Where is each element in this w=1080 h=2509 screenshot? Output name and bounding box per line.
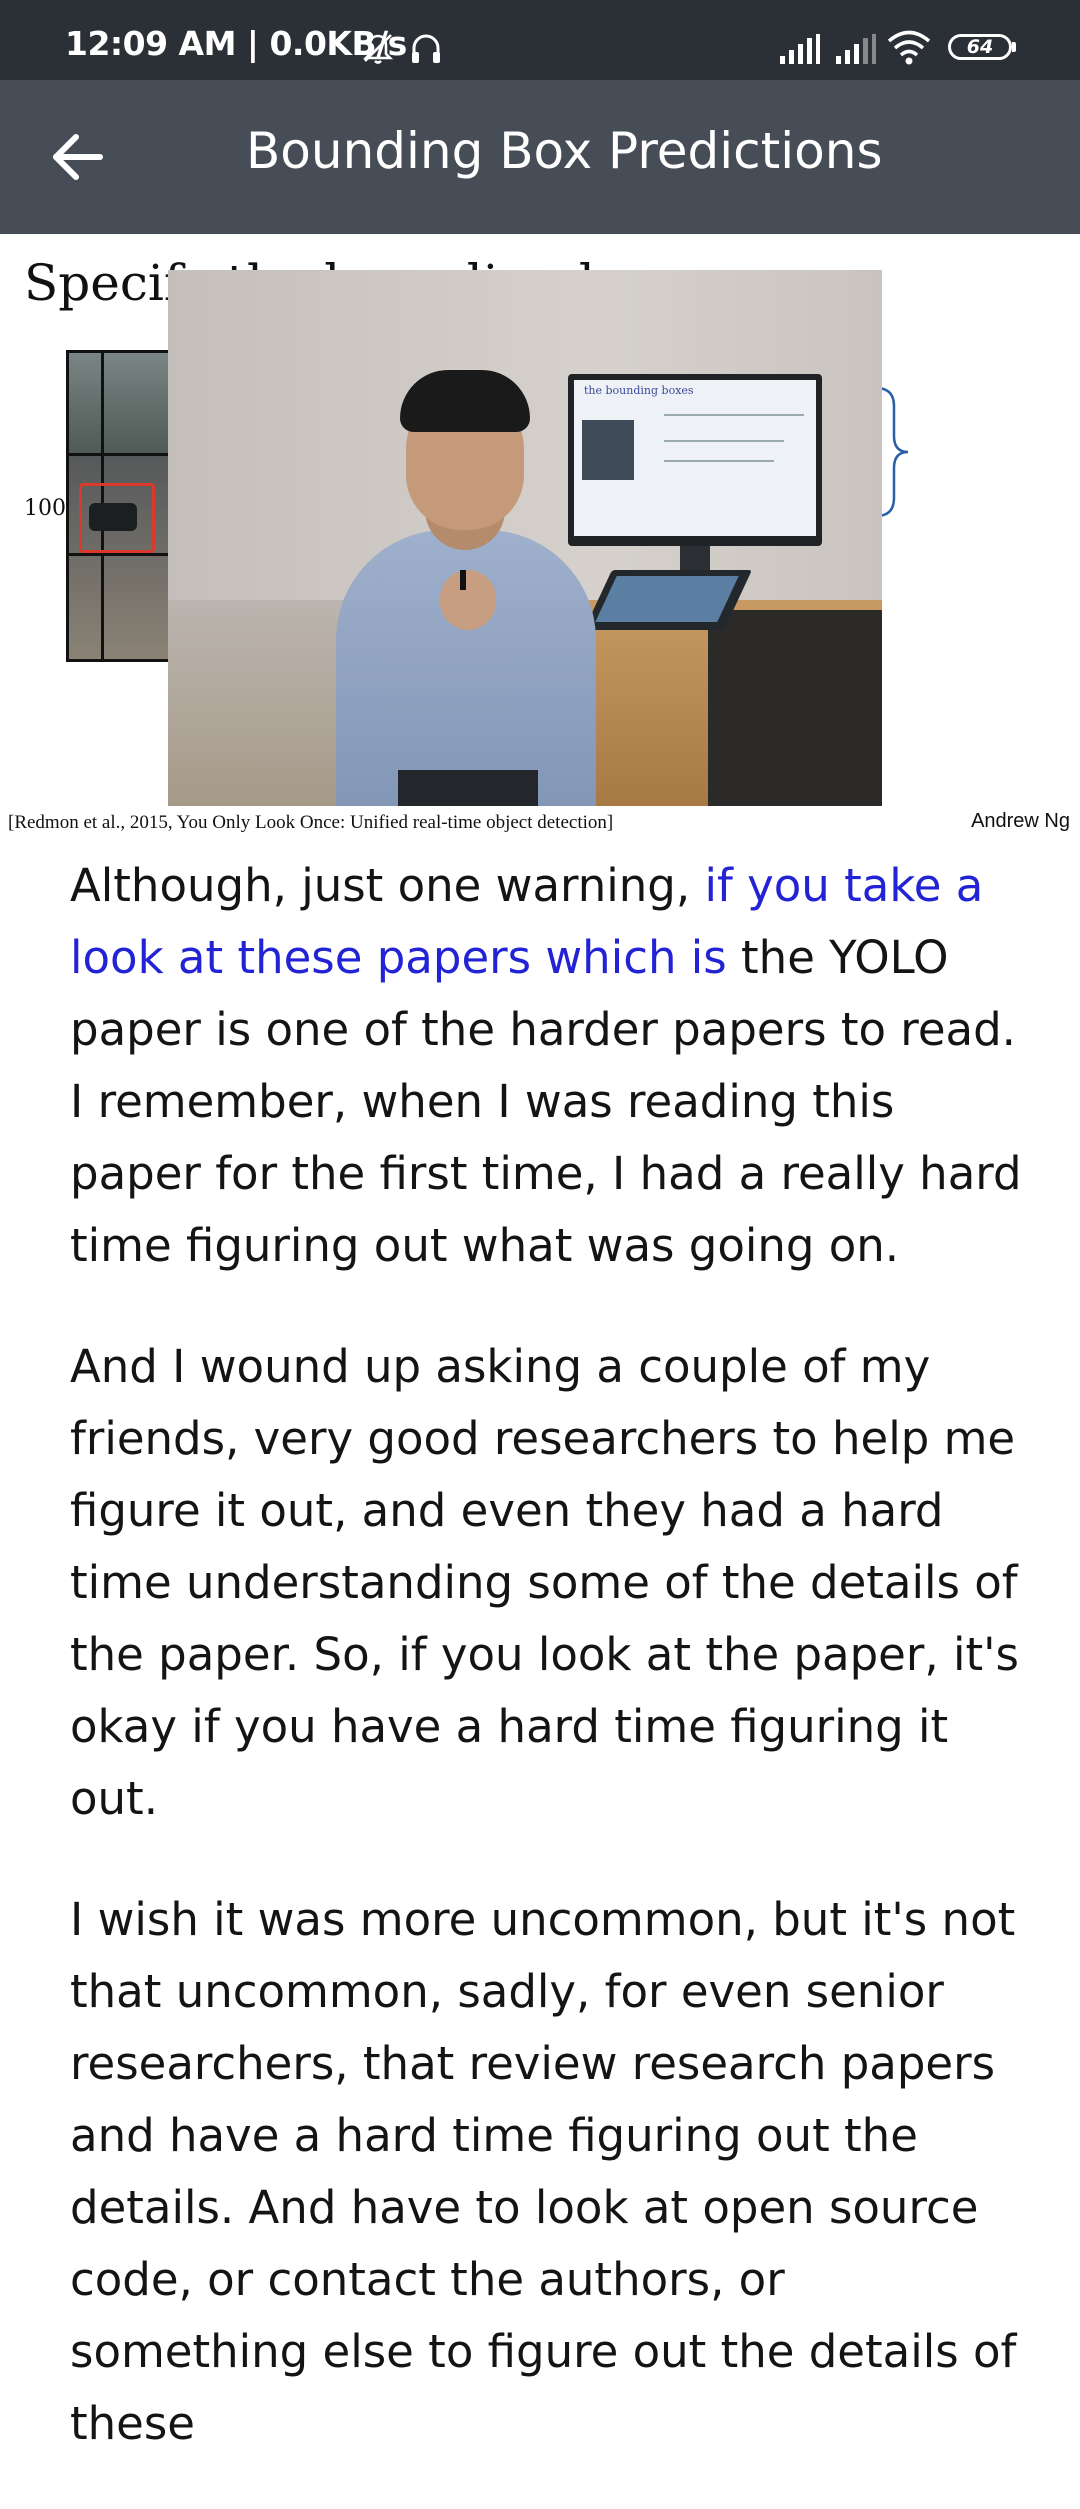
headphones-icon bbox=[412, 34, 440, 63]
mute-icon bbox=[362, 34, 394, 64]
transcript-text: Although, just one warning, bbox=[70, 859, 705, 912]
transcript-paragraph[interactable]: I wish it was more uncommon, but it's no… bbox=[70, 1884, 1030, 2460]
signal-icon bbox=[780, 34, 820, 64]
page-title: Bounding Box Predictions bbox=[246, 122, 883, 180]
battery-icon: 64 bbox=[948, 34, 1012, 60]
signal-icon bbox=[836, 34, 876, 64]
slide-author: Andrew Ng bbox=[971, 810, 1070, 832]
transcript-paragraph[interactable]: Although, just one warning, if you take … bbox=[70, 850, 1030, 1282]
monitor: the bounding boxes bbox=[568, 374, 822, 586]
monitor-text: the bounding boxes bbox=[584, 384, 694, 397]
arrow-left-icon bbox=[53, 134, 103, 180]
back-button[interactable] bbox=[40, 120, 114, 194]
app-bar: Bounding Box Predictions bbox=[0, 80, 1080, 234]
status-time: 12:09 AM | 0.0KB/s bbox=[65, 24, 407, 63]
battery-tip bbox=[1012, 42, 1016, 52]
battery-level: 64 bbox=[966, 36, 994, 58]
status-bar: 12:09 AM | 0.0KB/s 64 bbox=[0, 0, 1080, 80]
lecture-slide: Specify the bounding boxes 100 the bound… bbox=[0, 234, 1080, 846]
slide-citation: [Redmon et al., 2015, You Only Look Once… bbox=[8, 812, 614, 833]
video-player[interactable]: the bounding boxes bbox=[168, 270, 882, 806]
slide-image bbox=[66, 350, 182, 662]
transcript-paragraph[interactable]: And I wound up asking a couple of my fri… bbox=[70, 1331, 1030, 1835]
axis-label: 100 bbox=[24, 496, 66, 521]
transcript: Although, just one warning, if you take … bbox=[70, 850, 1030, 2509]
wifi-icon bbox=[887, 30, 931, 65]
